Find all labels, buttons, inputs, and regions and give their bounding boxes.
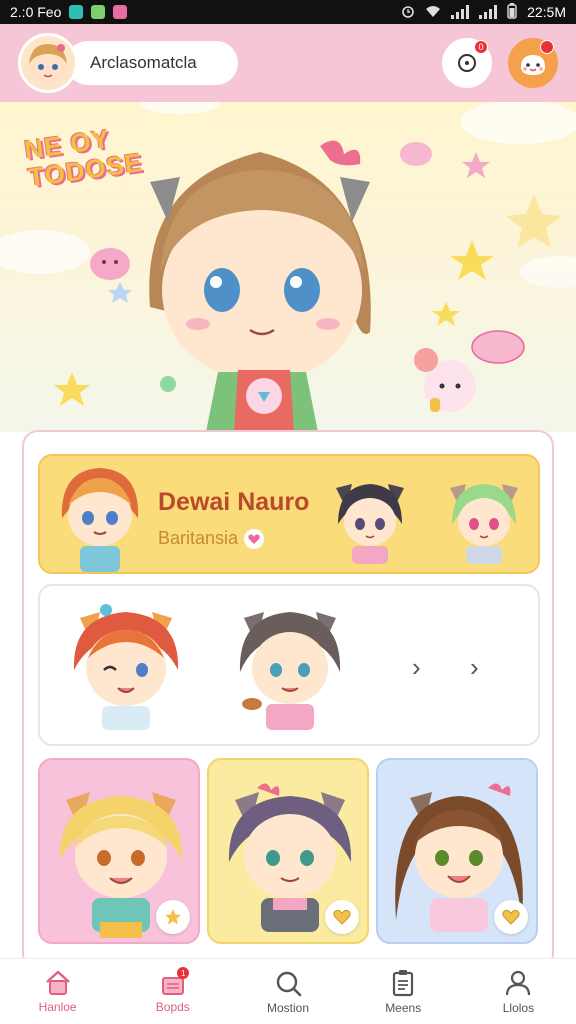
nav-label-home: Hanloe xyxy=(38,999,77,1014)
hero-banner: NE OY TODOSE xyxy=(0,102,576,432)
home-icon xyxy=(45,970,70,995)
nav-label-clipboard: Meens xyxy=(385,1000,422,1015)
target-icon xyxy=(458,54,476,72)
battery-icon xyxy=(507,2,517,22)
featured-character-name: Dewai Nauro xyxy=(158,488,310,516)
featured-subtitle-text: Baritansia xyxy=(158,528,239,548)
character-card-brunette[interactable] xyxy=(376,758,538,944)
status-time: 22:5M xyxy=(527,4,566,20)
mascot-badge xyxy=(540,40,554,54)
alarm-icon xyxy=(401,4,415,21)
notification-badge: 0 xyxy=(474,40,488,54)
nav-label-search: Mostion xyxy=(266,1000,310,1015)
username-pill[interactable]: Arclasomatcla xyxy=(66,41,238,85)
character-portrait-cat-dark xyxy=(336,484,404,564)
star-icon xyxy=(165,909,181,925)
app-icon-green xyxy=(91,5,106,19)
favorite-button-2[interactable] xyxy=(325,900,359,934)
character-row[interactable]: › › xyxy=(38,584,540,746)
nav-item-basket[interactable]: 1 Bopds xyxy=(115,959,230,1024)
notifications-button[interactable]: 0 xyxy=(442,38,492,88)
top-app-bar: Arclasomatcla 0 xyxy=(0,24,576,102)
heart-icon-2 xyxy=(333,909,351,925)
featured-character-card[interactable]: Dewai Nauro Baritansia xyxy=(38,454,540,574)
search-icon xyxy=(276,971,302,996)
nav-label-profile: Llolos xyxy=(502,1000,535,1015)
chevron-right-icon[interactable]: › xyxy=(412,652,421,683)
signal-icon xyxy=(451,5,470,19)
nav-item-search[interactable]: Mostion xyxy=(230,959,345,1024)
nav-badge: 1 xyxy=(177,967,190,979)
character-card-blonde[interactable] xyxy=(38,758,200,944)
featured-character-subtitle: Baritansia xyxy=(158,528,265,549)
character-portrait-red-hair xyxy=(73,604,179,730)
app-icon-pink xyxy=(113,5,128,19)
nav-item-profile[interactable]: Llolos xyxy=(461,959,576,1024)
character-card-purple[interactable] xyxy=(207,758,369,944)
avatar-face-icon xyxy=(29,44,67,84)
nav-item-clipboard[interactable]: Meens xyxy=(346,959,461,1024)
heart-icon[interactable] xyxy=(244,528,265,549)
signal-icon-2 xyxy=(479,5,498,19)
status-bar: 2.:0 Feo 22:5M xyxy=(0,0,576,24)
chevron-right-icon-2[interactable]: › xyxy=(470,652,479,683)
character-portrait-cat-green xyxy=(450,484,518,564)
user-avatar[interactable] xyxy=(18,33,78,93)
favorite-button[interactable] xyxy=(156,900,190,934)
mascot-button[interactable] xyxy=(508,38,558,88)
character-list-panel: Dewai Nauro Baritansia › › xyxy=(22,430,554,970)
favorite-button-3[interactable] xyxy=(494,900,528,934)
wifi-icon xyxy=(425,4,441,21)
profile-icon xyxy=(506,970,531,995)
status-left-text: 2.:0 Feo xyxy=(10,4,62,20)
nav-label-basket: Bopds xyxy=(155,999,190,1014)
bottom-navigation: Hanloe 1 Bopds Mostion Meens Llolos xyxy=(0,958,576,1024)
username-text: Arclasomatcla xyxy=(90,53,197,72)
heart-icon-3 xyxy=(502,909,520,925)
featured-character-portrait xyxy=(61,468,139,572)
app-icon-teal xyxy=(69,5,84,19)
nav-item-home[interactable]: Hanloe xyxy=(0,959,115,1024)
clipboard-icon xyxy=(393,969,414,996)
character-portrait-gray-cat xyxy=(239,612,341,730)
